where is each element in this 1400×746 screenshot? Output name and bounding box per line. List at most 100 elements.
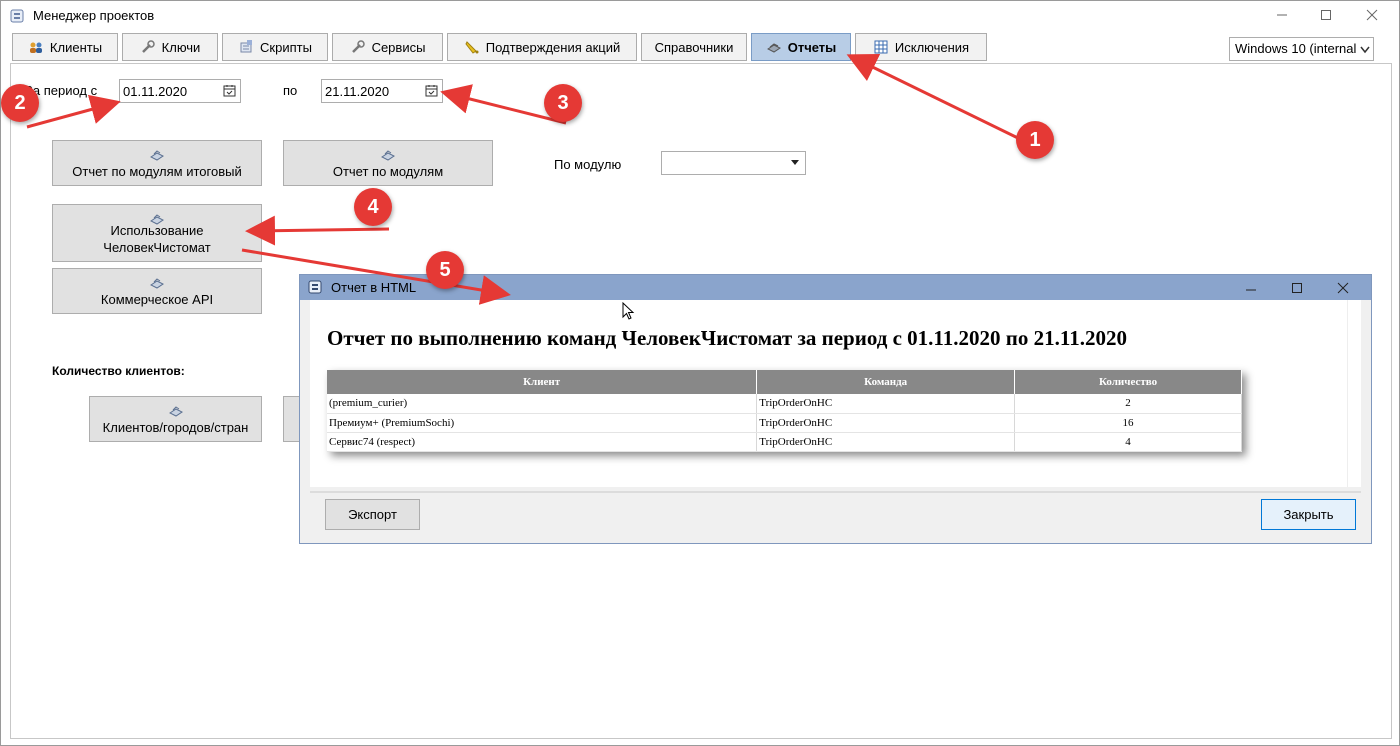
title-bar: Менеджер проектов xyxy=(1,1,1399,31)
cell-count: 16 xyxy=(1014,413,1242,433)
annotation-badge-2: 2 xyxy=(1,84,39,122)
chevron-down-icon xyxy=(1360,43,1370,55)
window-title: Менеджер проектов xyxy=(33,8,155,23)
button-label: Отчет по модулям итоговый xyxy=(72,164,242,179)
module-label: По модулю xyxy=(554,157,622,172)
column-header-client: Клиент xyxy=(327,370,758,394)
table-row: (premium_curier) TripOrderOnHC 2 xyxy=(327,394,1242,414)
date-from-value: 01.11.2020 xyxy=(123,84,188,99)
annotation-badge-3: 3 xyxy=(544,84,582,122)
table-row: Сервис74 (respect) TripOrderOnHC 4 xyxy=(327,432,1242,452)
cell-client: (premium_curier) xyxy=(327,394,758,414)
dialog-close-button[interactable] xyxy=(1320,275,1366,300)
module-select[interactable] xyxy=(661,151,806,175)
calendar-icon xyxy=(425,85,438,97)
maximize-icon xyxy=(1292,282,1302,293)
app-icon xyxy=(10,9,24,23)
report-heading: Отчет по выполнению команд ЧеловекЧистом… xyxy=(327,326,1127,350)
button-label-line2: ЧеловекЧистомат xyxy=(103,240,211,255)
maximize-icon xyxy=(1321,10,1331,20)
date-from-picker[interactable]: 01.11.2020 xyxy=(119,79,241,103)
cell-client: Премиум+ (PremiumSochi) xyxy=(327,413,758,433)
chevron-down-icon xyxy=(791,160,799,165)
report-icon xyxy=(168,406,183,417)
button-label: Клиентов/городов/стран xyxy=(102,420,249,435)
date-to-picker[interactable]: 21.11.2020 xyxy=(321,79,443,103)
tab-label: Отчеты xyxy=(787,39,837,55)
tab-exceptions[interactable]: Исключения xyxy=(855,33,987,61)
tab-clients[interactable]: Клиенты xyxy=(12,33,118,61)
usage-chelovekchistomat-button[interactable]: Использование ЧеловекЧистомат xyxy=(52,204,262,262)
table-row: Премиум+ (PremiumSochi) TripOrderOnHC 16 xyxy=(327,413,1242,433)
tab-reports[interactable]: Отчеты xyxy=(751,33,851,61)
annotation-badge-1: 1 xyxy=(1016,121,1054,159)
tab-label: Сервисы xyxy=(371,39,426,55)
reports-icon xyxy=(766,43,781,53)
dialog-separator xyxy=(310,491,1361,493)
close-icon xyxy=(1366,9,1378,21)
report-icon xyxy=(381,150,395,161)
tab-label: Справочники xyxy=(654,39,734,55)
report-icon xyxy=(150,150,164,161)
tab-label: Ключи xyxy=(161,39,201,55)
bell-icon xyxy=(465,41,479,54)
tab-label: Скрипты xyxy=(260,39,312,55)
annotation-badge-4: 4 xyxy=(354,188,392,226)
cell-count: 4 xyxy=(1014,432,1242,452)
minimize-button[interactable] xyxy=(1259,1,1305,29)
wrench-icon xyxy=(351,40,365,53)
scripts-icon xyxy=(240,40,253,53)
close-label: Закрыть xyxy=(1283,507,1334,522)
environment-select[interactable]: Windows 10 (internal xyxy=(1229,37,1374,61)
table-header-row: Клиент Команда Количество xyxy=(327,370,1242,394)
clients-count-label: Количество клиентов: xyxy=(52,364,185,378)
tab-directories[interactable]: Справочники xyxy=(641,33,747,61)
report-table: Клиент Команда Количество (premium_curie… xyxy=(327,370,1242,452)
cell-command: TripOrderOnHC xyxy=(756,413,1016,433)
table-icon xyxy=(874,40,888,54)
tab-keys[interactable]: Ключи xyxy=(122,33,218,61)
button-label: Отчет по модулям xyxy=(332,164,444,179)
period-to-label: по xyxy=(283,83,298,98)
column-header-command: Команда xyxy=(756,370,1016,394)
close-icon xyxy=(1337,282,1349,293)
cell-command: TripOrderOnHC xyxy=(756,394,1016,414)
tab-services[interactable]: Сервисы xyxy=(332,33,443,61)
tab-bar: Клиенты Ключи Скрипты Сервисы Подтвержде… xyxy=(1,31,1399,63)
maximize-button[interactable] xyxy=(1303,1,1349,29)
report-browser: Отчет по выполнению команд ЧеловекЧистом… xyxy=(310,300,1361,487)
modules-total-report-button[interactable]: Отчет по модулям итоговый xyxy=(52,140,262,186)
dialog-title: Отчет в HTML xyxy=(331,280,417,295)
export-label: Экспорт xyxy=(348,507,397,522)
wrench-icon xyxy=(141,40,155,53)
tab-label: Клиенты xyxy=(49,39,103,55)
report-icon xyxy=(150,278,164,289)
close-dialog-button[interactable]: Закрыть xyxy=(1261,499,1356,530)
html-report-dialog: Отчет в HTML Отчет по выполнению команд … xyxy=(299,274,1372,544)
cell-client: Сервис74 (respect) xyxy=(327,432,758,452)
cell-command: TripOrderOnHC xyxy=(756,432,1016,452)
cell-count: 2 xyxy=(1014,394,1242,414)
modules-report-button[interactable]: Отчет по модулям xyxy=(283,140,493,186)
tab-label: Исключения xyxy=(894,39,970,55)
minimize-icon xyxy=(1277,14,1287,16)
annotation-badge-5: 5 xyxy=(426,251,464,289)
commercial-api-button[interactable]: Коммерческое API xyxy=(52,268,262,314)
tab-promo-confirmations[interactable]: Подтверждения акций xyxy=(447,33,637,61)
tab-label: Подтверждения акций xyxy=(485,39,621,55)
dialog-maximize-button[interactable] xyxy=(1274,275,1320,300)
report-scrollbar[interactable] xyxy=(1347,300,1361,487)
column-header-count: Количество xyxy=(1014,370,1242,394)
dialog-minimize-button[interactable] xyxy=(1228,275,1274,300)
date-to-value: 21.11.2020 xyxy=(325,84,390,99)
clients-cities-countries-button[interactable]: Клиентов/городов/стран xyxy=(89,396,262,442)
users-icon xyxy=(29,42,42,53)
button-label-line1: Использование xyxy=(110,223,204,238)
calendar-icon xyxy=(223,85,236,97)
close-button[interactable] xyxy=(1349,1,1395,29)
mouse-cursor-icon xyxy=(622,302,635,320)
tab-scripts[interactable]: Скрипты xyxy=(222,33,328,61)
app-icon xyxy=(308,280,322,294)
export-button[interactable]: Экспорт xyxy=(325,499,420,530)
environment-value: Windows 10 (internal xyxy=(1235,41,1357,56)
